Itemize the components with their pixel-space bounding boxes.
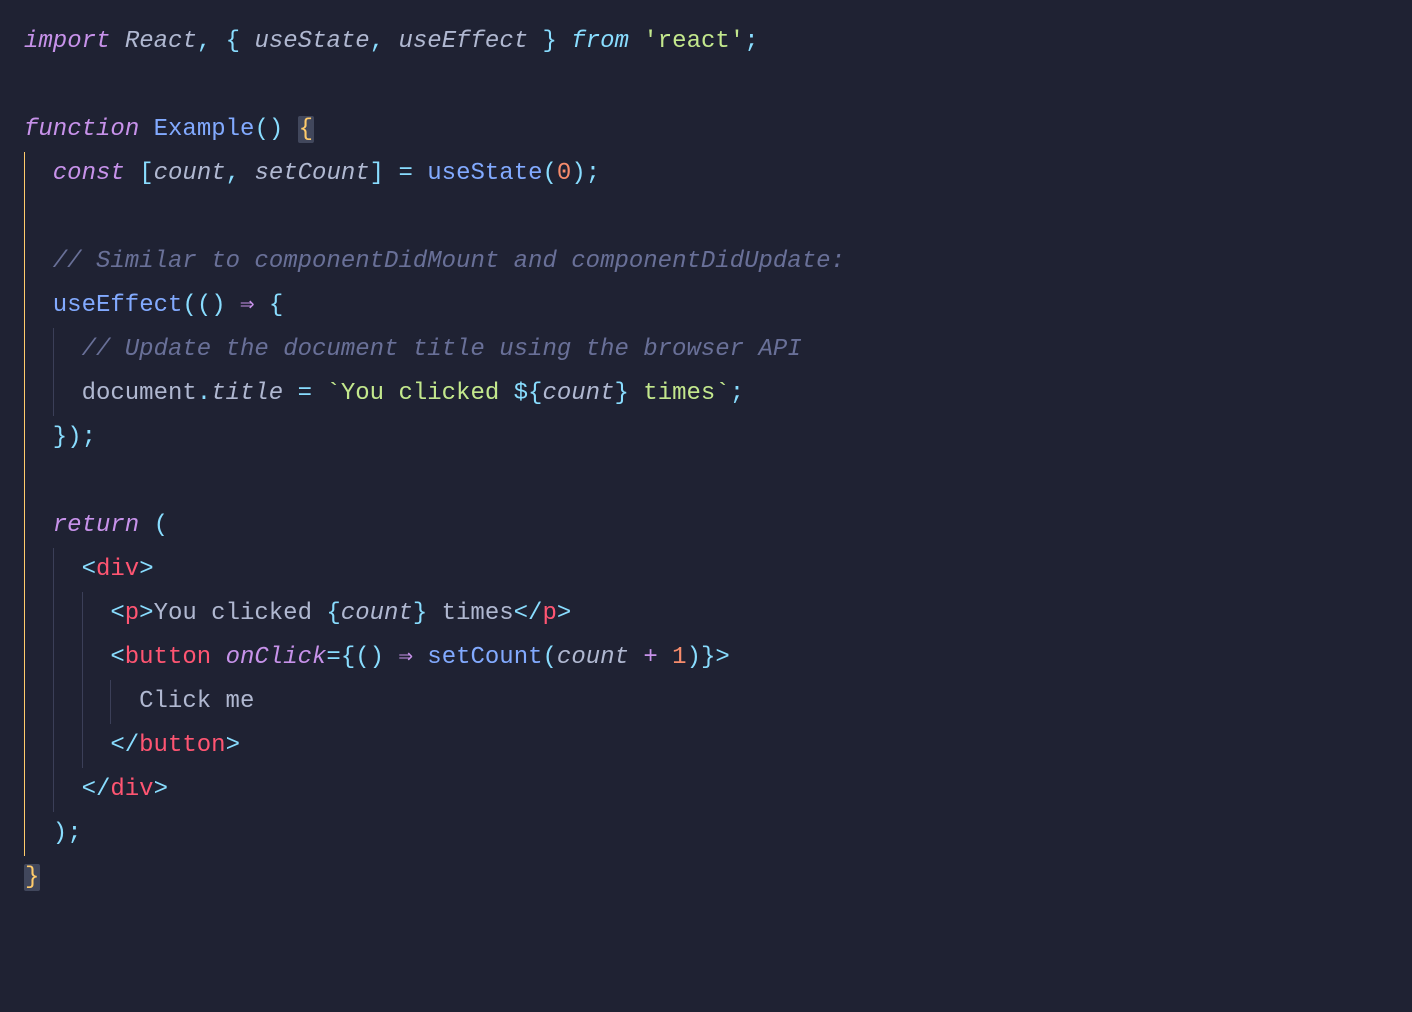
keyword-return: return [53, 512, 139, 539]
ident-useeffect: useEffect [399, 28, 529, 55]
code-line: ); [24, 820, 82, 847]
code-line: function Example() { [24, 116, 314, 143]
code-line: const [count, setCount] = useState(0); [24, 160, 600, 187]
code-line: // Similar to componentDidMount and comp… [24, 248, 845, 275]
ident-count: count [154, 160, 226, 187]
keyword-const: const [53, 160, 125, 187]
code-line: }); [24, 424, 96, 451]
code-line: return ( [24, 512, 168, 539]
jsx-attr-onclick: onClick [226, 644, 327, 671]
ident-setcount: setCount [254, 160, 369, 187]
comment: // Update the document title using the b… [82, 336, 802, 363]
template-string: You clicked [341, 380, 514, 407]
code-line: Click me [24, 688, 254, 715]
jsx-tag-div: div [96, 556, 139, 583]
ident-title: title [211, 380, 283, 407]
code-line: <p>You clicked {count} times</p> [24, 600, 571, 627]
code-line: <button onClick={() ⇒ setCount(count + 1… [24, 644, 730, 671]
keyword-from: from [571, 28, 629, 55]
ident-count: count [542, 380, 614, 407]
keyword-import: import [24, 28, 110, 55]
jsx-tag-p: p [125, 600, 139, 627]
code-line: import React, { useState, useEffect } fr… [24, 28, 759, 55]
number-zero: 0 [557, 160, 571, 187]
ident-count: count [557, 644, 629, 671]
code-line: } [24, 864, 40, 891]
ident-usestate: useState [254, 28, 369, 55]
code-line: useEffect(() ⇒ { [24, 292, 283, 319]
call-useeffect: useEffect [53, 292, 183, 319]
code-editor[interactable]: import React, { useState, useEffect } fr… [0, 0, 1412, 920]
call-usestate: useState [427, 160, 542, 187]
ident-react: React [125, 28, 197, 55]
code-line: <div> [24, 556, 154, 583]
call-setcount: setCount [427, 644, 542, 671]
function-name: Example [154, 116, 255, 143]
brace-highlight-close: } [24, 864, 40, 891]
keyword-function: function [24, 116, 139, 143]
number-one: 1 [672, 644, 686, 671]
ident-document: document [82, 380, 197, 407]
code-line: </button> [24, 732, 240, 759]
jsx-tag-button: button [125, 644, 211, 671]
brace-highlight-open: { [298, 116, 314, 143]
code-line: // Update the document title using the b… [24, 336, 802, 363]
code-line: </div> [24, 776, 168, 803]
string-react: 'react' [643, 28, 744, 55]
ident-count: count [341, 600, 413, 627]
comment: // Similar to componentDidMount and comp… [53, 248, 845, 275]
code-line: document.title = `You clicked ${count} t… [24, 380, 744, 407]
jsx-text: Click me [139, 688, 254, 715]
arrow-op: ⇒ [240, 292, 254, 319]
